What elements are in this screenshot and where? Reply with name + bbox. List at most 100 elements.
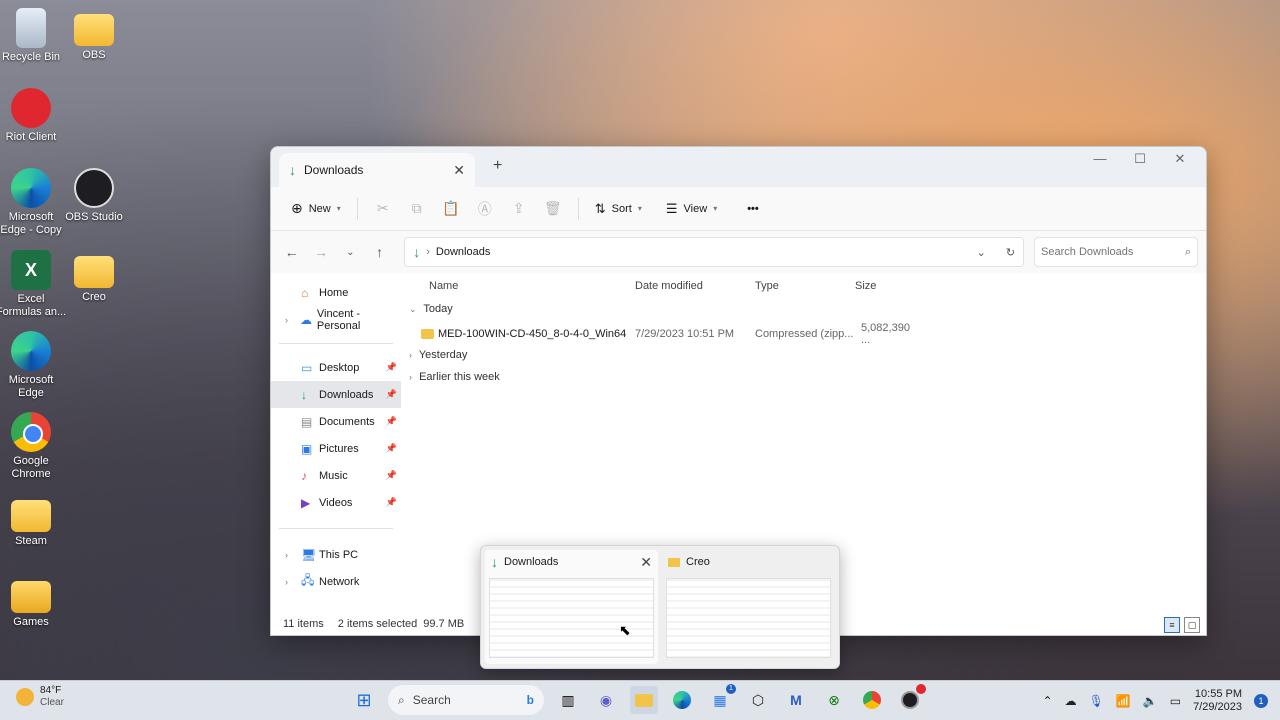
pin-icon[interactable]: 📌 [386, 362, 397, 373]
tab-downloads[interactable]: ↓ Downloads ✕ [279, 153, 475, 187]
volume-icon[interactable]: 🔈 [1143, 694, 1158, 708]
desktop-icon-games[interactable]: Games [0, 575, 67, 629]
desktop-icon-edge-copy[interactable]: Microsoft Edge - Copy [0, 168, 67, 237]
desktop-icon-riot-client[interactable]: Riot Client [0, 88, 67, 144]
breadcrumb-downloads[interactable]: Downloads [436, 246, 490, 258]
group-header-yesterday[interactable]: › Yesterday [409, 349, 467, 361]
tab-label: Downloads [304, 163, 364, 177]
file-explorer-taskbar-icon[interactable] [630, 686, 658, 714]
close-window-button[interactable]: ✕ [1160, 149, 1200, 169]
pin-icon[interactable]: 📌 [386, 497, 397, 508]
desktop-icon-steam[interactable]: Steam [0, 494, 67, 548]
sidebar-item-documents[interactable]: ▤ Documents 📌 [271, 408, 401, 435]
new-button[interactable]: ⊕ New ▾ [285, 196, 347, 221]
minimize-button[interactable]: — [1080, 149, 1120, 169]
pin-icon[interactable]: 📌 [386, 389, 397, 400]
recent-locations-chevron-icon[interactable]: ⌄ [338, 247, 363, 258]
desktop-icon-obs-folder[interactable]: OBS [58, 8, 130, 62]
expand-chevron-icon[interactable]: › [285, 577, 301, 587]
sidebar-item-this-pc[interactable]: › 🖥 This PC [271, 541, 401, 568]
desktop-icon-chrome[interactable]: Google Chrome [0, 412, 67, 481]
view-button[interactable]: ☰ View ▾ [660, 197, 723, 221]
sidebar-item-music[interactable]: ♪ Music 📌 [271, 462, 401, 489]
address-dropdown-icon[interactable]: ⌄ [977, 246, 986, 259]
sidebar-item-label: Home [319, 286, 349, 299]
cut-icon[interactable]: ✂ [368, 200, 398, 217]
desktop-icon-edge[interactable]: Microsoft Edge [0, 331, 67, 400]
expand-chevron-icon[interactable]: › [285, 550, 301, 560]
sidebar-item-home[interactable]: ⌂ Home [271, 279, 401, 306]
task-view-icon[interactable]: ▥ [554, 686, 582, 714]
close-tab-icon[interactable]: ✕ [453, 162, 465, 179]
onedrive-tray-icon[interactable]: ☁ [1065, 694, 1077, 708]
desktop-icon-obs-studio[interactable]: OBS Studio [58, 168, 130, 224]
expand-chevron-icon: › [409, 350, 412, 360]
close-icon[interactable]: ✕ [640, 554, 652, 571]
thumbnail-creo[interactable]: Creo [662, 550, 835, 664]
expand-chevron-icon: › [409, 372, 412, 382]
sidebar-item-desktop[interactable]: ▭ Desktop 📌 [271, 354, 401, 381]
forward-arrow-icon[interactable]: → [308, 244, 333, 260]
sidebar-item-downloads[interactable]: ↓ Downloads 📌 [271, 381, 401, 408]
column-header-name[interactable]: Name [429, 280, 458, 292]
maximize-button[interactable]: ☐ [1120, 149, 1160, 169]
folder-icon [11, 581, 51, 613]
chrome-taskbar-icon[interactable] [858, 686, 886, 714]
recording-badge-icon [916, 684, 926, 694]
group-header-today[interactable]: ⌄ Today [409, 303, 453, 315]
sort-button[interactable]: ⇅ Sort ▾ [589, 197, 648, 221]
group-label: Yesterday [418, 349, 468, 361]
sidebar-item-pictures[interactable]: ▣ Pictures 📌 [271, 435, 401, 462]
new-tab-button[interactable]: + [493, 157, 502, 175]
copy-icon[interactable]: ⧉ [402, 200, 432, 217]
edge-taskbar-icon[interactable] [668, 686, 696, 714]
microphone-icon[interactable]: 🎙 [1089, 694, 1104, 708]
share-icon[interactable]: ⇪ [504, 200, 534, 217]
desktop-icon-creo[interactable]: Creo [58, 250, 130, 304]
sidebar-item-videos[interactable]: ▶ Videos 📌 [271, 489, 401, 516]
unity-hub-icon[interactable]: ⬡ [744, 686, 772, 714]
obs-taskbar-icon[interactable] [896, 684, 926, 714]
word-app-icon[interactable]: M [782, 686, 810, 714]
pin-icon[interactable]: 📌 [386, 443, 397, 454]
start-button[interactable]: ⊞ [350, 686, 378, 714]
taskbar-search[interactable]: ⌕ Search b [388, 685, 544, 715]
search-box[interactable]: ⌕ [1034, 237, 1198, 267]
weather-widget[interactable]: 84°F Clear [16, 685, 64, 709]
address-bar[interactable]: ↓ › Downloads ⌄ ↻ [404, 237, 1025, 267]
notification-count[interactable]: 1 [1254, 694, 1268, 708]
refresh-icon[interactable]: ↻ [1006, 246, 1015, 259]
sidebar-item-network[interactable]: › 🖧 Network [271, 568, 401, 595]
details-view-icon[interactable]: ≡ [1164, 617, 1180, 633]
sidebar-item-onedrive[interactable]: › ☁ Vincent - Personal [271, 306, 401, 333]
column-header-date-modified[interactable]: Date modified [635, 280, 703, 292]
microsoft-store-icon[interactable]: ▦ 1 [706, 684, 736, 714]
pin-icon[interactable]: 📌 [386, 470, 397, 481]
show-hidden-icons-icon[interactable]: ⌃ [1043, 694, 1053, 708]
group-header-earlier-this-week[interactable]: › Earlier this week [409, 371, 500, 383]
teams-chat-icon[interactable]: ◉ [592, 686, 620, 714]
thumbnail-downloads[interactable]: ↓ Downloads ✕ [485, 550, 658, 664]
clock[interactable]: 10:55 PM 7/29/2023 [1193, 688, 1242, 714]
taskbar-apps: ⊞ ⌕ Search b ▥ ◉ ▦ 1 ⬡ M ⊗ [350, 684, 926, 715]
delete-icon[interactable]: 🗑 [538, 200, 568, 217]
window-controls: — ☐ ✕ [1080, 149, 1200, 169]
download-icon: ↓ [301, 387, 307, 402]
up-arrow-icon[interactable]: ↑ [367, 244, 392, 260]
desktop-icon-excel[interactable]: X Excel Formulas an... [0, 250, 67, 319]
table-row[interactable]: MED-100WIN-CD-450_8-0-4-0_Win64 7/29/202… [421, 322, 916, 346]
back-arrow-icon[interactable]: ← [279, 244, 304, 260]
column-header-size[interactable]: Size [855, 280, 876, 292]
xbox-icon[interactable]: ⊗ [820, 686, 848, 714]
pin-icon[interactable]: 📌 [386, 416, 397, 427]
paste-icon[interactable]: 📋 [436, 200, 466, 217]
battery-icon[interactable]: ▭ [1170, 694, 1181, 708]
wifi-icon[interactable]: 📶 [1116, 694, 1131, 708]
column-header-type[interactable]: Type [755, 280, 779, 292]
rename-icon[interactable]: Ⓐ [470, 199, 500, 219]
desktop-icon-recycle-bin[interactable]: Recycle Bin [0, 8, 67, 64]
search-input[interactable] [1041, 246, 1185, 258]
tiles-view-icon[interactable]: ▢ [1184, 617, 1200, 633]
more-options-button[interactable]: ••• [741, 199, 765, 219]
expand-chevron-icon[interactable]: › [285, 315, 300, 325]
